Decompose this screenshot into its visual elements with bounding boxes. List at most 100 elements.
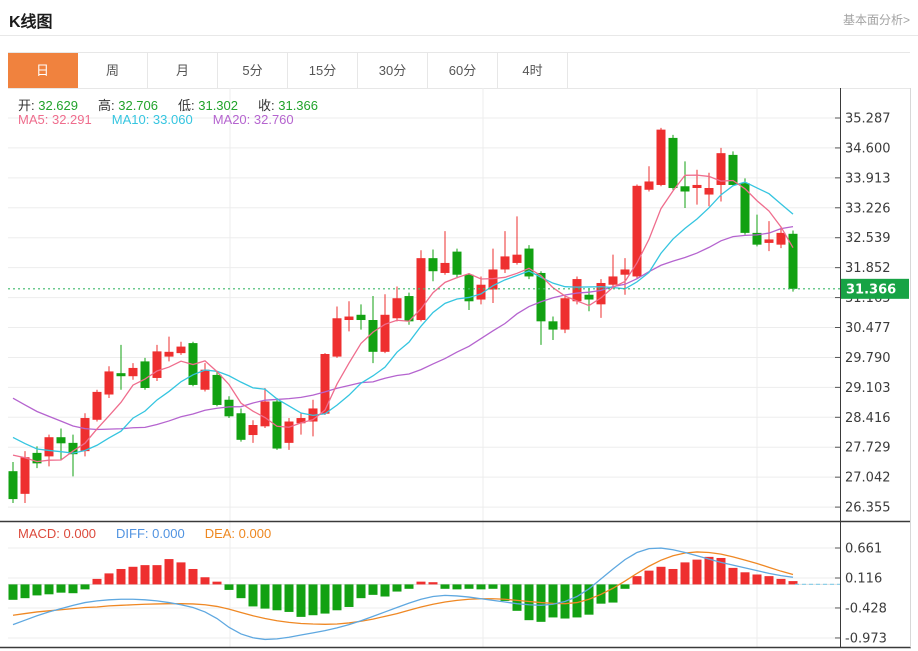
candle-body [681,186,690,191]
y-axis-label: 34.600 [845,141,891,156]
candle-body [273,401,282,448]
macd-bar [225,584,234,590]
macd-bar [381,584,390,596]
y-axis-label: 27.042 [845,471,891,486]
macd-bar [477,584,486,589]
macd-bar [417,582,426,585]
macd-bar [645,571,654,585]
candle-body [117,373,126,376]
current-price-tag-label: 31.366 [846,283,896,298]
macd-bar [21,584,30,598]
candle-body [501,256,510,269]
macd-bar [9,584,18,599]
y-axis-label: 32.539 [845,231,891,246]
candle-body [45,437,54,456]
candle-body [645,181,654,189]
macd-bar [633,576,642,584]
y-axis-label: 33.913 [845,171,891,186]
legend-item: MA5: 32.291 [18,112,92,127]
candle-body [285,422,294,443]
candle-body [165,352,174,357]
candle-body [429,258,438,271]
candle-body [381,315,390,352]
candle-body [549,321,558,329]
macd-bar [153,565,162,584]
legend-item: 高: 32.706 [98,98,158,113]
macd-bar [213,582,222,585]
candle-body [705,188,714,195]
macd-bar [93,579,102,585]
y-axis-label: 29.103 [845,381,891,396]
macd-bar [129,567,138,585]
ma5-line [13,175,793,461]
candle-body [453,252,462,275]
y-axis-label: 28.416 [845,411,891,426]
legend-item: MACD: 0.000 [18,526,96,541]
candle-body [333,318,342,356]
candle-body [225,400,234,417]
candle-body [357,315,366,320]
y-axis-label: 33.226 [845,201,891,216]
candle-body [201,370,210,390]
y-axis-label: 29.790 [845,351,891,366]
y-axis-label: 27.729 [845,441,891,456]
macd-bar [237,584,246,598]
candle-body [489,269,498,289]
legend-item: 收: 31.366 [258,98,318,113]
legend-item: 低: 31.302 [178,98,238,113]
macd-bar [81,584,90,589]
candle-body [561,298,570,329]
macd-bar [201,577,210,584]
macd-bar [33,584,42,595]
legend-item: MA10: 33.060 [112,112,193,127]
macd-bar [333,584,342,610]
candle-body [141,361,150,388]
candle-body [261,401,270,426]
macd-bar [45,584,54,594]
candle-body [153,351,162,378]
candle-body [513,255,522,263]
candle-body [537,273,546,321]
candle-body [105,371,114,394]
macd-bar [177,562,186,584]
macd-bar [501,584,510,601]
macd-bar [357,584,366,598]
macd-bar [405,584,414,588]
macd-bar [57,584,66,592]
macd-axis-label: 0.116 [845,572,882,587]
macd-bar [393,584,402,591]
macd-bar [141,565,150,584]
candle-body [345,317,354,320]
dea-line [13,552,793,624]
macd-bar [309,584,318,615]
candle-body [585,295,594,300]
candle-body [129,368,138,376]
macd-bar [441,584,450,588]
candle-body [621,269,630,274]
ma-legend: MA5: 32.291MA10: 33.060MA20: 32.760 [18,112,314,127]
candle-body [213,375,222,405]
candle-body [777,233,786,245]
macd-bar [429,582,438,584]
macd-bar [285,584,294,612]
macd-bar [549,584,558,617]
candle-body [765,239,774,242]
macd-bar [117,569,126,584]
y-axis-label: 26.355 [845,501,891,516]
macd-bar [249,584,258,606]
candle-body [393,298,402,318]
candle-body [57,437,66,443]
candle-body [609,276,618,284]
macd-bar [621,584,630,588]
macd-bar [69,584,78,593]
macd-bar [453,584,462,589]
y-axis-label: 31.852 [845,261,891,276]
legend-item: DIFF: 0.000 [116,526,185,541]
candle-body [21,457,30,494]
macd-bar [369,584,378,594]
macd-bar [513,584,522,610]
macd-bar [765,576,774,584]
macd-bar [165,559,174,584]
macd-bar [705,557,714,585]
macd-bar [297,584,306,616]
